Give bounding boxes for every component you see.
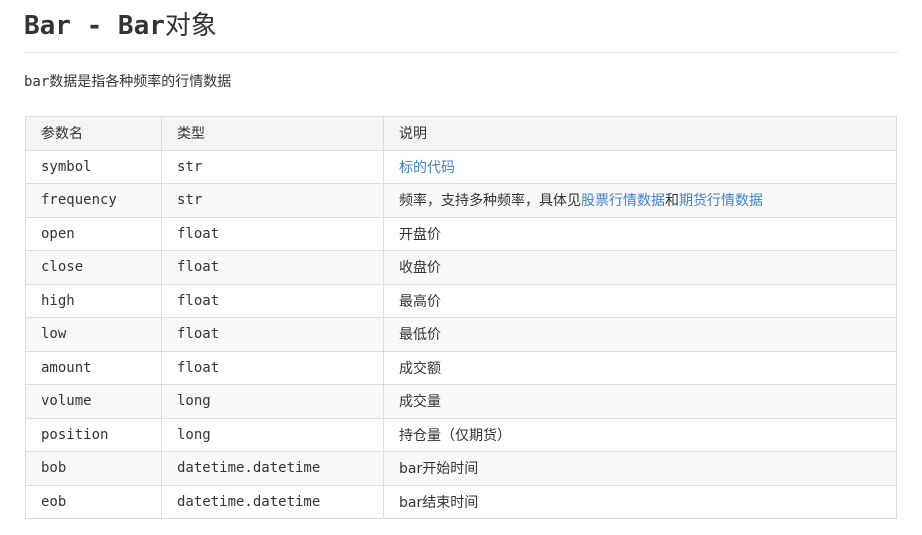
param-name: position <box>25 417 162 452</box>
param-desc-code: bar <box>399 494 423 511</box>
table-row: position long 持仓量（仅期货） <box>25 417 897 452</box>
param-name: close <box>25 250 162 285</box>
page-title-suffix: 对象 <box>164 11 217 41</box>
param-name: volume <box>25 384 162 419</box>
param-name: amount <box>25 350 162 385</box>
param-desc-text: 频率，支持多种频率，具体见 <box>399 193 581 210</box>
param-desc-text: 结束时间 <box>422 494 479 511</box>
page-title-code: Bar - Bar <box>24 11 165 41</box>
param-desc: bar结束时间 <box>383 484 897 519</box>
param-name: symbol <box>25 149 162 184</box>
param-type: float <box>161 283 384 318</box>
stock-quote-link[interactable]: 股票行情数据 <box>581 193 665 209</box>
param-desc: 开盘价 <box>383 216 897 251</box>
table-row: frequency str 频率，支持多种频率，具体见股票行情数据和期货行情数据 <box>25 183 897 218</box>
page-title: Bar - Bar对象 <box>24 8 217 44</box>
title-divider <box>24 52 898 53</box>
param-name: low <box>25 317 162 352</box>
param-desc-join: 和 <box>665 193 679 210</box>
param-name: high <box>25 283 162 318</box>
param-desc-code: bar <box>399 461 423 478</box>
param-name: frequency <box>25 183 162 218</box>
param-name: bob <box>25 451 162 486</box>
table-row: open float 开盘价 <box>25 216 897 251</box>
param-type: datetime.datetime <box>161 451 384 486</box>
param-type: float <box>161 250 384 285</box>
param-desc: 成交额 <box>383 350 897 385</box>
param-type: long <box>161 384 384 419</box>
table-row: low float 最低价 <box>25 317 897 352</box>
header-type: 类型 <box>161 116 384 151</box>
symbol-code-link[interactable]: 标的代码 <box>399 160 455 176</box>
param-desc: 最高价 <box>383 283 897 318</box>
description: bar数据是指各种频率的行情数据 <box>24 72 231 92</box>
header-name: 参数名 <box>25 116 162 151</box>
table-row: bob datetime.datetime bar开始时间 <box>25 451 897 486</box>
param-type: long <box>161 417 384 452</box>
params-table: 参数名 类型 说明 symbol str 标的代码 frequency str … <box>25 116 897 519</box>
param-desc-text: 开始时间 <box>422 461 479 478</box>
table-row: high float 最高价 <box>25 283 897 318</box>
param-type: datetime.datetime <box>161 484 384 519</box>
param-desc: 最低价 <box>383 317 897 352</box>
table-row: volume long 成交量 <box>25 384 897 419</box>
table-row: amount float 成交额 <box>25 350 897 385</box>
param-desc: 持仓量（仅期货） <box>383 417 897 452</box>
param-desc: bar开始时间 <box>383 451 897 486</box>
table-header-row: 参数名 类型 说明 <box>25 116 897 151</box>
param-name: eob <box>25 484 162 519</box>
param-type: str <box>161 149 384 184</box>
table-row: eob datetime.datetime bar结束时间 <box>25 484 897 519</box>
param-desc: 收盘价 <box>383 250 897 285</box>
param-type: float <box>161 350 384 385</box>
table-row: close float 收盘价 <box>25 250 897 285</box>
table-row: symbol str 标的代码 <box>25 149 897 184</box>
futures-quote-link[interactable]: 期货行情数据 <box>679 193 763 209</box>
param-name: open <box>25 216 162 251</box>
param-type: float <box>161 317 384 352</box>
param-desc: 成交量 <box>383 384 897 419</box>
param-desc: 标的代码 <box>383 149 897 184</box>
param-type: float <box>161 216 384 251</box>
header-desc: 说明 <box>383 116 897 151</box>
param-desc: 频率，支持多种频率，具体见股票行情数据和期货行情数据 <box>383 183 897 218</box>
description-code: bar <box>24 74 50 90</box>
param-type: str <box>161 183 384 218</box>
page: Bar - Bar对象 bar数据是指各种频率的行情数据 参数名 类型 说明 s… <box>0 0 922 535</box>
description-text: 数据是指各种频率的行情数据 <box>49 74 232 90</box>
